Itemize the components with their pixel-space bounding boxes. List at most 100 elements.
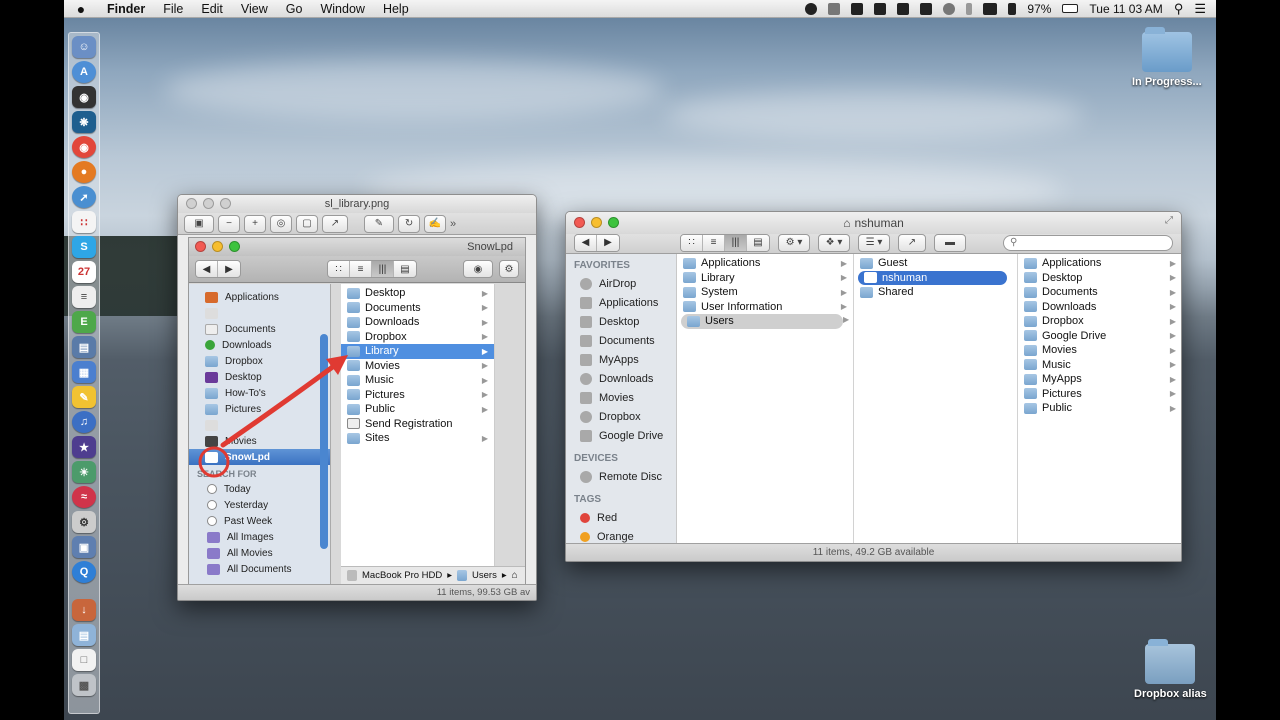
column-row[interactable]: Applications ▶ [1018, 256, 1181, 271]
sidebar-item-myapps[interactable]: MyApps [566, 350, 676, 369]
safari-dock-icon[interactable]: ➚ [72, 186, 96, 208]
desktop-dropbox-alias[interactable]: Dropbox alias [1134, 639, 1207, 700]
drive-menu-icon[interactable] [874, 2, 887, 15]
column-row[interactable]: Pictures ▶ [1018, 387, 1181, 402]
sidebar-item-tag-red[interactable]: Red [566, 508, 676, 527]
sidebar-item-desktop[interactable]: Desktop [566, 312, 676, 331]
column-row[interactable]: Google Drive ▶ [1018, 329, 1181, 344]
pencil-dock-icon[interactable]: ✎ [72, 386, 96, 408]
column-row[interactable]: Documents ▶ [1018, 285, 1181, 300]
screen-dock-icon[interactable]: ▣ [72, 536, 96, 558]
app-store-dock-icon[interactable]: A [72, 61, 96, 83]
battery-percent[interactable]: 97% [1027, 2, 1051, 16]
downloads-icon [580, 372, 592, 385]
folder-icon [1024, 402, 1037, 414]
dropbox-toolbar-icon[interactable]: ❖ ▾ [818, 233, 850, 252]
eject-icon[interactable] [897, 2, 910, 15]
column-row[interactable]: Applications ▶ [677, 256, 853, 271]
column-view-button[interactable]: ||| [725, 234, 747, 251]
menu-file[interactable]: File [154, 2, 192, 16]
share-icon[interactable]: ↗ [898, 233, 926, 252]
settings-dock-icon[interactable]: ⚙ [72, 511, 96, 533]
evernote-dock-icon[interactable]: E [72, 311, 96, 333]
action-gear-icon[interactable]: ⚙ ▾ [778, 233, 810, 252]
finder-dock-icon[interactable]: ☺ [72, 36, 96, 58]
menu-edit[interactable]: Edit [192, 2, 232, 16]
quicktime-dock-icon[interactable]: Q [72, 561, 96, 583]
menu-window[interactable]: Window [311, 2, 373, 16]
notification-icon[interactable] [828, 2, 841, 15]
folder-icon [1024, 344, 1037, 356]
finder-alt-dock-icon[interactable]: ▤ [72, 336, 96, 358]
zoom-button[interactable] [608, 217, 619, 228]
apple-menu-icon[interactable]: ● [64, 1, 98, 17]
time-machine-icon[interactable] [943, 2, 956, 15]
skype-dock-icon[interactable]: S [72, 236, 96, 258]
preview-dock-icon[interactable]: ◉ [72, 86, 96, 108]
search-field[interactable]: ⚲ [1003, 234, 1173, 251]
notification-center-icon[interactable]: ☰ [1194, 1, 1206, 17]
dropbox-menu-icon[interactable] [851, 2, 864, 15]
bluetooth-icon[interactable] [966, 2, 973, 15]
column-row[interactable]: Public ▶ [1018, 401, 1181, 416]
column-row[interactable]: System ▶ [677, 285, 853, 300]
download-stack-dock-icon[interactable]: ↓ [72, 599, 96, 621]
sidebar-item-google-drive[interactable]: Google Drive [566, 426, 676, 445]
column-row[interactable]: Dropbox ▶ [1018, 314, 1181, 329]
close-button[interactable] [574, 217, 585, 228]
sidebar-item-dropbox[interactable]: Dropbox [566, 407, 676, 426]
spotlight-icon[interactable]: ⚲ [1174, 1, 1184, 17]
column-row-nshuman[interactable]: nshuman [858, 270, 1007, 285]
list-view-button[interactable]: ≡ [703, 234, 725, 251]
column-row[interactable]: Desktop ▶ [1018, 271, 1181, 286]
arrange-icon[interactable]: ☰ ▾ [858, 233, 890, 252]
sidebar-item-movies[interactable]: Movies [566, 388, 676, 407]
chrome-dock-icon[interactable]: ◉ [72, 136, 96, 158]
column-row[interactable]: Shared [854, 285, 1017, 300]
tag-icon[interactable]: ▬ [934, 233, 966, 252]
back-button[interactable]: ◀ [575, 234, 597, 251]
column-row[interactable]: Guest [854, 256, 1017, 271]
column-row[interactable]: Library ▶ [677, 271, 853, 286]
column-row-users[interactable]: Users [681, 314, 843, 329]
grid-dock-icon[interactable]: ∷ [72, 211, 96, 233]
firefox-dock-icon[interactable]: ● [72, 161, 96, 183]
sidebar-item-downloads[interactable]: Downloads [566, 369, 676, 388]
cover-flow-button[interactable]: ▤ [747, 234, 769, 251]
document-stack-dock-icon[interactable]: □ [72, 649, 96, 671]
sidebar-item-remote-disc[interactable]: Remote Disc [566, 467, 676, 486]
calendar-dock-icon[interactable]: 27 [72, 261, 96, 283]
column-row[interactable]: Downloads ▶ [1018, 300, 1181, 315]
column-row[interactable]: User Information ▶ [677, 300, 853, 315]
photo-dock-icon[interactable]: ☀ [72, 461, 96, 483]
menu-clock[interactable]: Tue 11 03 AM [1089, 2, 1162, 16]
battery-icon[interactable] [1062, 4, 1079, 13]
menu-finder[interactable]: Finder [98, 2, 154, 16]
column-row[interactable]: MyApps ▶ [1018, 372, 1181, 387]
network-dock-icon[interactable]: ❋ [72, 111, 96, 133]
record-icon[interactable] [805, 2, 818, 15]
sidebar-item-applications[interactable]: Applications [566, 293, 676, 312]
imovie-dock-icon[interactable]: ★ [72, 436, 96, 458]
music-dock-icon[interactable]: ♫ [72, 411, 96, 433]
volume-icon[interactable] [1008, 2, 1017, 15]
menu-help[interactable]: Help [374, 2, 418, 16]
icon-view-button[interactable]: ∷ [681, 234, 703, 251]
notes-dock-icon[interactable]: ≡ [72, 286, 96, 308]
folder-stack-dock-icon[interactable]: ▤ [72, 624, 96, 646]
flash-dock-icon[interactable]: ≈ [72, 486, 96, 508]
minimize-button[interactable] [591, 217, 602, 228]
column-row[interactable]: Movies ▶ [1018, 343, 1181, 358]
column-row[interactable]: Music ▶ [1018, 358, 1181, 373]
menu-view[interactable]: View [232, 2, 277, 16]
forward-button[interactable]: ▶ [597, 234, 619, 251]
sidebar-item-airdrop[interactable]: AirDrop [566, 274, 676, 293]
sidebar-item-documents[interactable]: Documents [566, 331, 676, 350]
menu-go[interactable]: Go [277, 2, 312, 16]
fullscreen-icon[interactable]: ⤢ [1165, 215, 1173, 226]
trash-dock-icon[interactable]: ▩ [72, 674, 96, 696]
desktop-folder-in-progress[interactable]: In Progress... [1132, 27, 1202, 88]
wifi-icon[interactable] [983, 2, 998, 15]
charts-dock-icon[interactable]: ▦ [72, 361, 96, 383]
airplay-icon[interactable] [920, 2, 933, 15]
